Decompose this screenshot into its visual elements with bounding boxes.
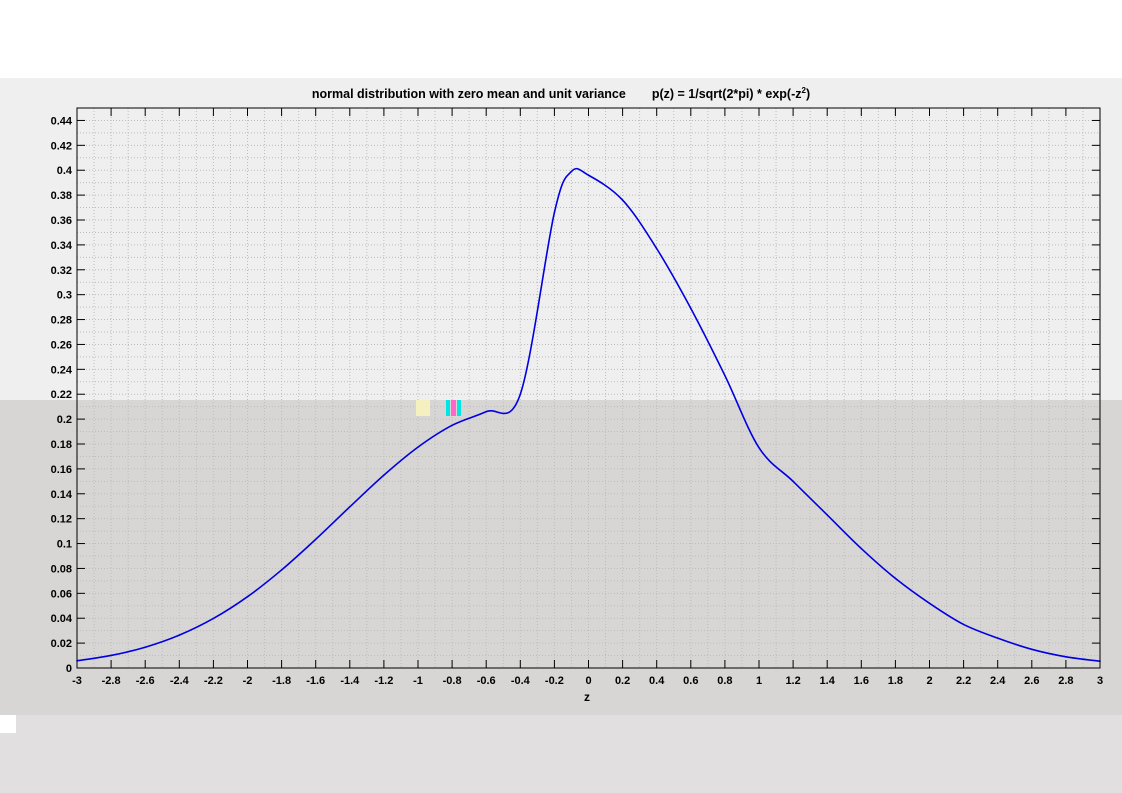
y-tick-label: 0.3: [57, 290, 72, 302]
x-tick-label: -1.4: [340, 675, 360, 687]
series-point: [178, 634, 181, 636]
y-tick-label: 0.08: [51, 563, 72, 575]
x-tick-label: -1: [413, 675, 423, 687]
y-tick-label: 0.32: [51, 265, 72, 277]
chart-canvas: 0 0.02 0.04 0.06 0.08 0.1 0.12 0.14 0.16 0.18 0.2 0…: [51, 107, 1103, 687]
series-point: [928, 602, 931, 605]
series-point: [417, 446, 419, 448]
x-tick-label: 3: [1097, 675, 1103, 687]
x-tick-label: 2: [926, 675, 932, 687]
y-tick-label: 0.28: [51, 315, 72, 327]
chart-title: normal distribution with zero mean and u…: [0, 86, 1122, 101]
x-tick-label: 0.4: [649, 675, 665, 687]
x-tick-label: 1.2: [785, 675, 800, 687]
chart-formula: p(z) = 1/sqrt(2*pi) * exp(-z2): [651, 86, 811, 102]
y-tick-label: 0.38: [51, 190, 72, 202]
x-tick-label: -2.6: [136, 675, 155, 687]
series-point: [792, 480, 794, 483]
x-tick-label: 2.2: [956, 675, 971, 687]
series-point: [587, 174, 590, 176]
x-tick-label: 1.8: [888, 675, 903, 687]
x-tick-labels: -3 -2.8 -2.6 -2.4 -2.2 -2 -1.8 -1.6 -1.4 -1.2 -1 -0…: [72, 675, 1103, 687]
x-axis-label: z: [584, 690, 590, 704]
x-tick-label: -2: [243, 675, 253, 687]
series-point: [621, 199, 624, 201]
x-tick-label: 1: [756, 675, 762, 687]
y-tick-label: 0.24: [51, 364, 73, 376]
x-tick-label: 1.6: [854, 675, 869, 687]
series-point: [655, 247, 658, 250]
y-tick-label: 0.44: [51, 115, 73, 127]
series-point: [894, 577, 897, 580]
series-point: [690, 307, 692, 310]
x-tick-label: -2.4: [170, 675, 190, 687]
y-tick-label: 0.4: [57, 165, 73, 177]
y-tick-label: 0.18: [51, 439, 72, 451]
series-point: [724, 374, 726, 377]
y-tick-label: 0.42: [51, 140, 72, 152]
series-point: [826, 514, 828, 516]
x-tick-label: 0: [585, 675, 591, 687]
x-tick-label: -0.4: [511, 675, 531, 687]
y-tick-label: 0.12: [51, 514, 72, 526]
x-tick-label: -2.2: [204, 675, 223, 687]
series-point: [383, 474, 385, 476]
series-point: [519, 393, 522, 396]
x-tick-label: 2.6: [1024, 675, 1039, 687]
x-tick-label: 0.6: [683, 675, 698, 687]
y-tick-label: 0.06: [51, 588, 72, 600]
x-tick-label: -1.6: [306, 675, 325, 687]
y-tick-label: 0.14: [51, 489, 73, 501]
series-point: [144, 646, 146, 649]
y-tick-label: 0.04: [51, 613, 73, 625]
y-tick-label: 0.1: [57, 539, 72, 551]
series-point: [280, 569, 283, 571]
series-point: [349, 506, 351, 508]
y-tick-label: 0: [66, 663, 72, 675]
formula-prefix: p(z) = 1/sqrt(2*pi) * exp(-z: [651, 87, 802, 102]
x-tick-label: -3: [72, 675, 82, 687]
series-point: [758, 446, 760, 449]
x-tick-label: 1.4: [820, 675, 836, 687]
series-point: [1065, 656, 1067, 658]
y-tick-labels: 0 0.02 0.04 0.06 0.08 0.1 0.12 0.14 0.16 0.18 0.2 0…: [51, 115, 73, 675]
x-tick-label: -1.2: [374, 675, 393, 687]
y-tick-label: 0.22: [51, 389, 72, 401]
series-point: [570, 170, 573, 173]
series-point: [1031, 648, 1033, 651]
x-tick-label: 0.8: [717, 675, 732, 687]
y-tick-label: 0.34: [51, 240, 73, 252]
series-point: [110, 654, 112, 657]
series-point: [860, 547, 863, 550]
series-point: [212, 617, 215, 620]
x-tick-label: 2.8: [1058, 675, 1073, 687]
y-tick-label: 0.36: [51, 215, 72, 227]
x-tick-label: -0.8: [443, 675, 462, 687]
y-tick-label: 0.26: [51, 339, 72, 351]
x-tick-label: -1.8: [272, 675, 291, 687]
series-point: [553, 211, 556, 214]
formula-suffix: ): [805, 87, 811, 102]
series-point: [246, 595, 249, 598]
series-point: [451, 424, 453, 427]
y-tick-label: 0.02: [51, 638, 72, 650]
series-point: [314, 538, 317, 541]
x-tick-label: -2.8: [102, 675, 121, 687]
series-point: [485, 410, 488, 413]
x-tick-label: 0.2: [615, 675, 630, 687]
y-tick-label: 0.2: [57, 414, 72, 426]
chart-title-text: normal distribution with zero mean and u…: [311, 87, 626, 102]
x-tick-label: -0.2: [545, 675, 564, 687]
series-point: [962, 623, 965, 626]
x-tick-label: 2.4: [990, 675, 1006, 687]
series-point: [996, 637, 999, 639]
x-tick-label: -0.6: [477, 675, 496, 687]
y-tick-label: 0.16: [51, 464, 72, 476]
